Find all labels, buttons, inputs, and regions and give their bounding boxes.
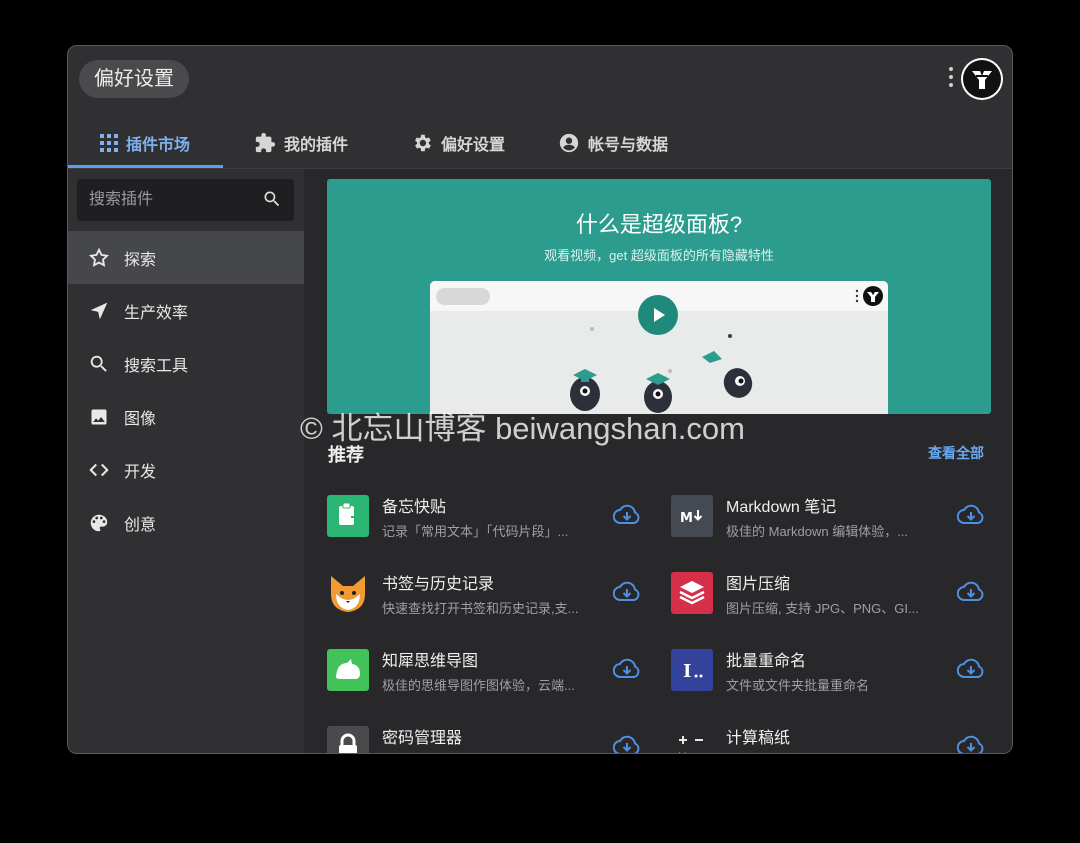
sidebar-item-creative[interactable]: 创意 xyxy=(68,496,304,549)
sidebar-item-label: 图像 xyxy=(124,410,157,428)
preferences-window: 偏好设置 插件市场 我的插件 偏好设置 帐号与数据 搜索插件 探索 生产效率 搜… xyxy=(67,45,1013,754)
plugin-desc: 记录「常用文本」「代码片段」... xyxy=(382,524,569,539)
fox-icon xyxy=(327,572,369,614)
tab-preferences[interactable]: 偏好设置 xyxy=(411,118,505,168)
code-icon xyxy=(88,459,110,481)
cloud-download-icon[interactable] xyxy=(957,657,985,679)
more-menu-icon[interactable] xyxy=(948,67,954,93)
search-icon xyxy=(88,353,110,375)
sidebar-item-explore[interactable]: 探索 xyxy=(68,231,304,284)
plugin-desc: 文件或文件夹批量重命名 xyxy=(726,678,870,693)
cloud-download-icon[interactable] xyxy=(613,734,641,754)
rhino-icon xyxy=(327,649,369,691)
video-preview[interactable] xyxy=(430,281,888,414)
plugin-desc: 极佳的思维导图作图体验，云端... xyxy=(382,678,575,693)
plugin-desc: 极佳的 Markdown 编辑体验，... xyxy=(726,524,909,539)
plugin-card[interactable]: 计算稿纸 xyxy=(671,720,991,754)
plugin-card[interactable]: 书签与历史记录 快速查找打开书签和历史记录,支... xyxy=(327,566,647,626)
plugin-card[interactable]: 图片压缩 图片压缩, 支持 JPG、PNG、GI... xyxy=(671,566,991,626)
window-title: 偏好设置 xyxy=(79,60,189,98)
star-outline-icon xyxy=(88,247,110,269)
app-logo-icon[interactable] xyxy=(961,58,1003,100)
plugin-card[interactable]: 知犀思维导图 极佳的思维导图作图体验，云端... xyxy=(327,643,647,703)
plugin-name: 书签与历史记录 xyxy=(382,576,495,593)
plugin-name: 备忘快贴 xyxy=(382,499,447,516)
plugin-name: 图片压缩 xyxy=(726,576,791,593)
banner-title: 什么是超级面板? xyxy=(575,212,743,237)
plugin-card[interactable]: M Markdown 笔记 极佳的 Markdown 编辑体验，... xyxy=(671,489,991,549)
tab-label: 插件市场 xyxy=(126,137,191,154)
title-bar: 偏好设置 xyxy=(68,46,1012,112)
clipboard-icon xyxy=(327,495,369,537)
sidebar-item-image[interactable]: 图像 xyxy=(68,390,304,443)
svg-text:I: I xyxy=(683,661,691,682)
puzzle-icon xyxy=(255,132,276,153)
palette-icon xyxy=(88,512,110,534)
plugin-name: Markdown 笔记 xyxy=(726,499,837,516)
see-all-link[interactable]: 查看全部 xyxy=(928,443,984,463)
plugin-name: 知犀思维导图 xyxy=(382,653,479,670)
account-circle-icon xyxy=(559,133,579,153)
plugin-desc: 图片压缩, 支持 JPG、PNG、GI... xyxy=(726,601,919,616)
plugin-name: 批量重命名 xyxy=(726,653,807,670)
search-input[interactable]: 搜索插件 xyxy=(77,179,294,221)
cloud-download-icon[interactable] xyxy=(613,657,641,679)
main-tabs: 插件市场 我的插件 偏好设置 帐号与数据 xyxy=(68,118,1012,169)
tab-account-data[interactable]: 帐号与数据 xyxy=(558,118,668,168)
tab-plugin-market[interactable]: 插件市场 xyxy=(100,118,190,168)
plugin-name: 计算稿纸 xyxy=(726,730,791,747)
svg-text:M: M xyxy=(680,511,693,526)
sidebar-item-label: 搜索工具 xyxy=(124,357,189,375)
tab-label: 偏好设置 xyxy=(441,137,506,154)
active-tab-indicator xyxy=(68,165,223,168)
plugin-card[interactable]: 密码管理器 xyxy=(327,720,647,754)
rename-icon: I xyxy=(671,649,713,691)
sidebar: 搜索插件 探索 生产效率 搜索工具 图像 开发 创意 xyxy=(68,169,304,753)
plugin-card[interactable]: I 批量重命名 文件或文件夹批量重命名 xyxy=(671,643,991,703)
cloud-download-icon[interactable] xyxy=(613,580,641,602)
markdown-icon: M xyxy=(671,495,713,537)
layers-icon xyxy=(671,572,713,614)
plugin-desc: 快速查找打开书签和历史记录,支... xyxy=(382,601,579,616)
cloud-download-icon[interactable] xyxy=(957,580,985,602)
cloud-download-icon[interactable] xyxy=(613,503,641,525)
sidebar-item-label: 开发 xyxy=(124,463,157,481)
tab-label: 我的插件 xyxy=(284,137,349,154)
image-icon xyxy=(88,407,110,427)
sidebar-item-develop[interactable]: 开发 xyxy=(68,443,304,496)
tab-my-plugins[interactable]: 我的插件 xyxy=(254,118,348,168)
sidebar-item-label: 创意 xyxy=(124,516,157,534)
sidebar-item-search-tools[interactable]: 搜索工具 xyxy=(68,337,304,390)
banner-subtitle: 观看视频，get 超级面板的所有隐藏特性 xyxy=(544,248,774,263)
cloud-download-icon[interactable] xyxy=(957,503,985,525)
preview-logo-icon xyxy=(855,286,883,306)
watermark: © 北忘山博客 beiwangshan.com xyxy=(300,411,745,446)
plugin-card[interactable]: 备忘快贴 记录「常用文本」「代码片段」... xyxy=(327,489,647,549)
preview-pill xyxy=(436,288,490,305)
calculator-icon xyxy=(671,726,713,753)
search-icon[interactable] xyxy=(262,189,282,209)
cloud-download-icon[interactable] xyxy=(957,734,985,754)
intro-banner[interactable]: 什么是超级面板? 观看视频，get 超级面板的所有隐藏特性 xyxy=(327,179,991,414)
tab-label: 帐号与数据 xyxy=(588,137,669,154)
search-placeholder: 搜索插件 xyxy=(89,191,154,208)
lock-icon xyxy=(327,726,369,753)
sidebar-item-label: 探索 xyxy=(124,251,157,269)
gear-icon xyxy=(415,134,431,152)
mascot-illustration xyxy=(570,327,753,413)
apps-grid-icon xyxy=(100,134,118,152)
paper-plane-icon xyxy=(88,301,110,321)
plugin-name: 密码管理器 xyxy=(382,730,463,747)
sidebar-item-label: 生产效率 xyxy=(124,304,189,322)
sidebar-item-productivity[interactable]: 生产效率 xyxy=(68,284,304,337)
market-content: 什么是超级面板? 观看视频，get 超级面板的所有隐藏特性 推荐 查看全部 备忘… xyxy=(304,169,1012,754)
